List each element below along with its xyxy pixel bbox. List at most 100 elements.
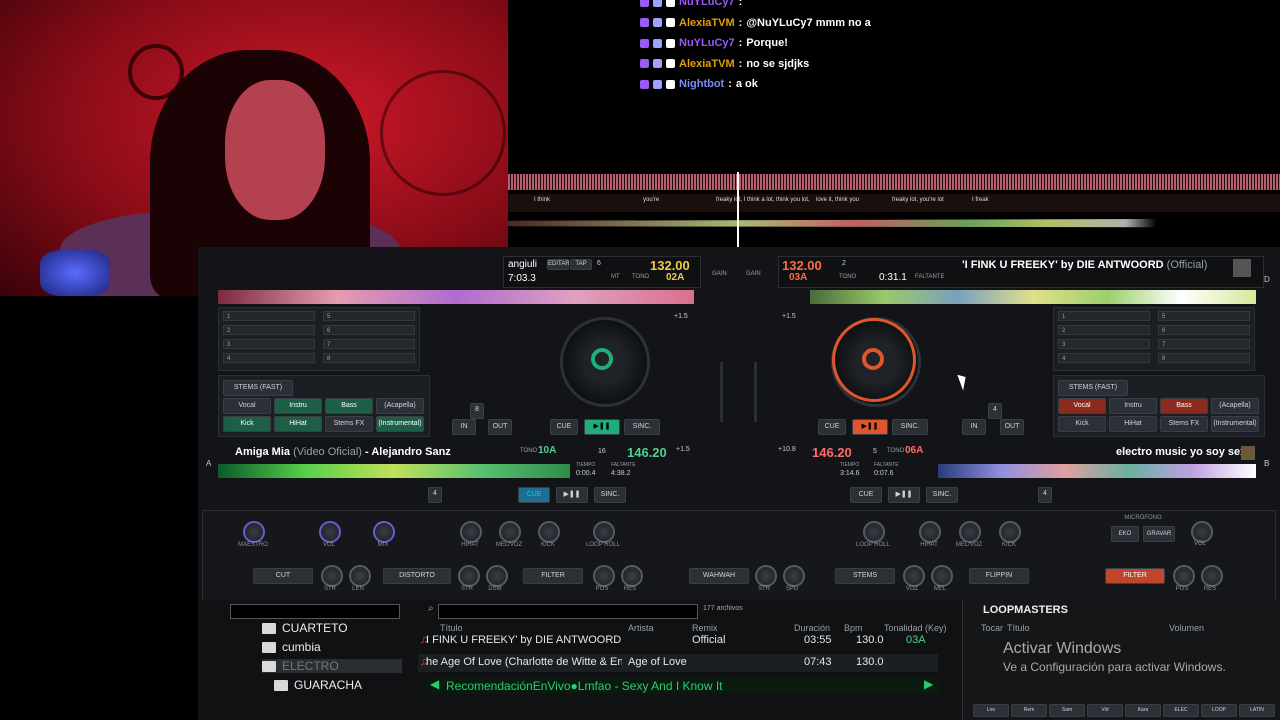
effect-select[interactable]: FILTER <box>523 568 583 584</box>
cue-button-left[interactable]: CUE <box>550 419 578 435</box>
side-column-header[interactable]: Tocar <box>981 623 1003 633</box>
hotcue-slot[interactable]: 6 <box>1158 325 1250 335</box>
effect-select[interactable]: STEMS <box>835 568 895 584</box>
mixer-knob[interactable] <box>373 521 395 543</box>
folder-search-input[interactable] <box>230 604 400 619</box>
effect-select[interactable]: FILTER <box>1105 568 1165 584</box>
chat-username[interactable]: AlexiaTVM <box>679 17 735 29</box>
hotcue-slot[interactable]: 2 <box>1058 325 1150 335</box>
eq-knob[interactable] <box>919 521 941 543</box>
stem-button[interactable]: Bass <box>325 398 373 414</box>
hotcue-slot[interactable]: 8 <box>323 353 415 363</box>
hotcue-slot[interactable]: 7 <box>323 339 415 349</box>
tap-button[interactable]: TAP <box>570 259 592 270</box>
stem-button[interactable]: Stems FX <box>325 416 373 432</box>
chat-username[interactable]: Nightbot <box>679 78 724 90</box>
loop-out-right[interactable]: OUT <box>1000 419 1024 435</box>
loop-out-left[interactable]: OUT <box>488 419 512 435</box>
hotcue-slot[interactable]: 6 <box>323 325 415 335</box>
cue-button-b[interactable]: CUE <box>850 487 882 503</box>
effect-knob[interactable] <box>783 565 805 587</box>
stem-button[interactable]: HiHat <box>274 416 322 432</box>
stem-button[interactable]: Stems FX <box>1160 416 1208 432</box>
effect-knob[interactable] <box>321 565 343 587</box>
browser-tab[interactable]: Loo <box>973 704 1009 717</box>
stem-button[interactable]: Kick <box>223 416 271 432</box>
cue-button-a[interactable]: CUE <box>518 487 550 503</box>
stem-button[interactable]: Instru <box>1109 398 1157 414</box>
waveform-overview[interactable]: I think you're freaky lot, I think a lot, … <box>508 172 1280 248</box>
sync-button-right[interactable]: SINC. <box>892 419 928 435</box>
eq-knob[interactable] <box>538 521 560 543</box>
stem-button[interactable]: Vocal <box>1058 398 1106 414</box>
side-column-header[interactable]: Volumen <box>1169 623 1204 633</box>
deck-a-waveform[interactable] <box>218 464 570 478</box>
loop-in-left[interactable]: IN <box>452 419 476 435</box>
browser-tab[interactable]: LATIN <box>1239 704 1275 717</box>
eq-knob[interactable] <box>593 521 615 543</box>
hotcue-slot[interactable]: 8 <box>1158 353 1250 363</box>
jog-wheel-right[interactable] <box>831 317 921 407</box>
stem-button[interactable]: Kick <box>1058 416 1106 432</box>
prev-arrow-icon[interactable]: ◀ <box>430 677 439 691</box>
chat-username[interactable]: NuYLuCy7 <box>679 37 735 49</box>
browser-tab[interactable]: LOOP <box>1201 704 1237 717</box>
chat-username[interactable]: AlexiaTVM <box>679 58 735 70</box>
effect-knob[interactable] <box>621 565 643 587</box>
effect-select[interactable]: WAHWAH <box>689 568 749 584</box>
volume-fader-left[interactable] <box>720 362 723 422</box>
stem-button[interactable]: Instru <box>274 398 322 414</box>
hotcue-slot[interactable]: 5 <box>1158 311 1250 321</box>
deck-b-waveform[interactable] <box>938 464 1256 478</box>
hotcue-slot[interactable]: 1 <box>1058 311 1150 321</box>
browser-tab[interactable]: Vid <box>1087 704 1123 717</box>
sync-button-b[interactable]: SINC. <box>926 487 958 503</box>
hotcue-slot[interactable]: 1 <box>223 311 315 321</box>
mic-volume-knob[interactable] <box>1191 521 1213 543</box>
mic-echo-button[interactable]: EKO <box>1111 526 1139 542</box>
folder-item[interactable]: GUARACHA <box>274 678 362 692</box>
play-button-right[interactable]: ▶❚❚ <box>852 419 888 435</box>
effect-select[interactable]: CUT <box>253 568 313 584</box>
play-button-a[interactable]: ▶❚❚ <box>556 487 588 503</box>
chat-username[interactable]: NuYLuCy7 <box>679 0 735 8</box>
jog-wheel-left[interactable] <box>560 317 650 407</box>
stem-button[interactable]: (Acapella) <box>376 398 424 414</box>
mixer-knob[interactable] <box>319 521 341 543</box>
folder-item[interactable]: CUARTETO <box>262 621 348 635</box>
browser-tab[interactable]: Kara <box>1125 704 1161 717</box>
loop-size-left[interactable]: 8 <box>470 403 484 419</box>
loop-size-b[interactable]: 4 <box>1038 487 1052 503</box>
sync-button-a[interactable]: SINC. <box>594 487 626 503</box>
hotcue-slot[interactable]: 4 <box>1058 353 1150 363</box>
loop-size-a[interactable]: 4 <box>428 487 442 503</box>
effect-knob[interactable] <box>1201 565 1223 587</box>
stem-button[interactable]: (Instrumental) <box>376 416 424 432</box>
hotcue-slot[interactable]: 7 <box>1158 339 1250 349</box>
browser-tab[interactable]: Sam <box>1049 704 1085 717</box>
effect-knob[interactable] <box>931 565 953 587</box>
hotcue-slot[interactable]: 3 <box>1058 339 1150 349</box>
folder-item[interactable]: ELECTRO <box>262 659 402 673</box>
effect-knob[interactable] <box>1173 565 1195 587</box>
cue-button-right[interactable]: CUE <box>818 419 846 435</box>
effect-select[interactable]: FLIPPIN <box>969 568 1029 584</box>
effect-knob[interactable] <box>349 565 371 587</box>
folder-item[interactable]: cumbia <box>262 640 321 654</box>
effect-knob[interactable] <box>458 565 480 587</box>
deck-right-waveform[interactable] <box>810 290 1256 304</box>
sync-button-left[interactable]: SINC. <box>624 419 660 435</box>
stem-button[interactable]: Vocal <box>223 398 271 414</box>
mixer-knob[interactable] <box>243 521 265 543</box>
eq-knob[interactable] <box>959 521 981 543</box>
stem-button[interactable]: HiHat <box>1109 416 1157 432</box>
browser-tab[interactable]: Rem <box>1011 704 1047 717</box>
eq-knob[interactable] <box>999 521 1021 543</box>
eq-knob[interactable] <box>460 521 482 543</box>
hotcue-slot[interactable]: 5 <box>323 311 415 321</box>
eq-knob[interactable] <box>499 521 521 543</box>
loop-size-right[interactable]: 4 <box>988 403 1002 419</box>
hotcue-slot[interactable]: 3 <box>223 339 315 349</box>
hotcue-slot[interactable]: 2 <box>223 325 315 335</box>
effect-knob[interactable] <box>486 565 508 587</box>
